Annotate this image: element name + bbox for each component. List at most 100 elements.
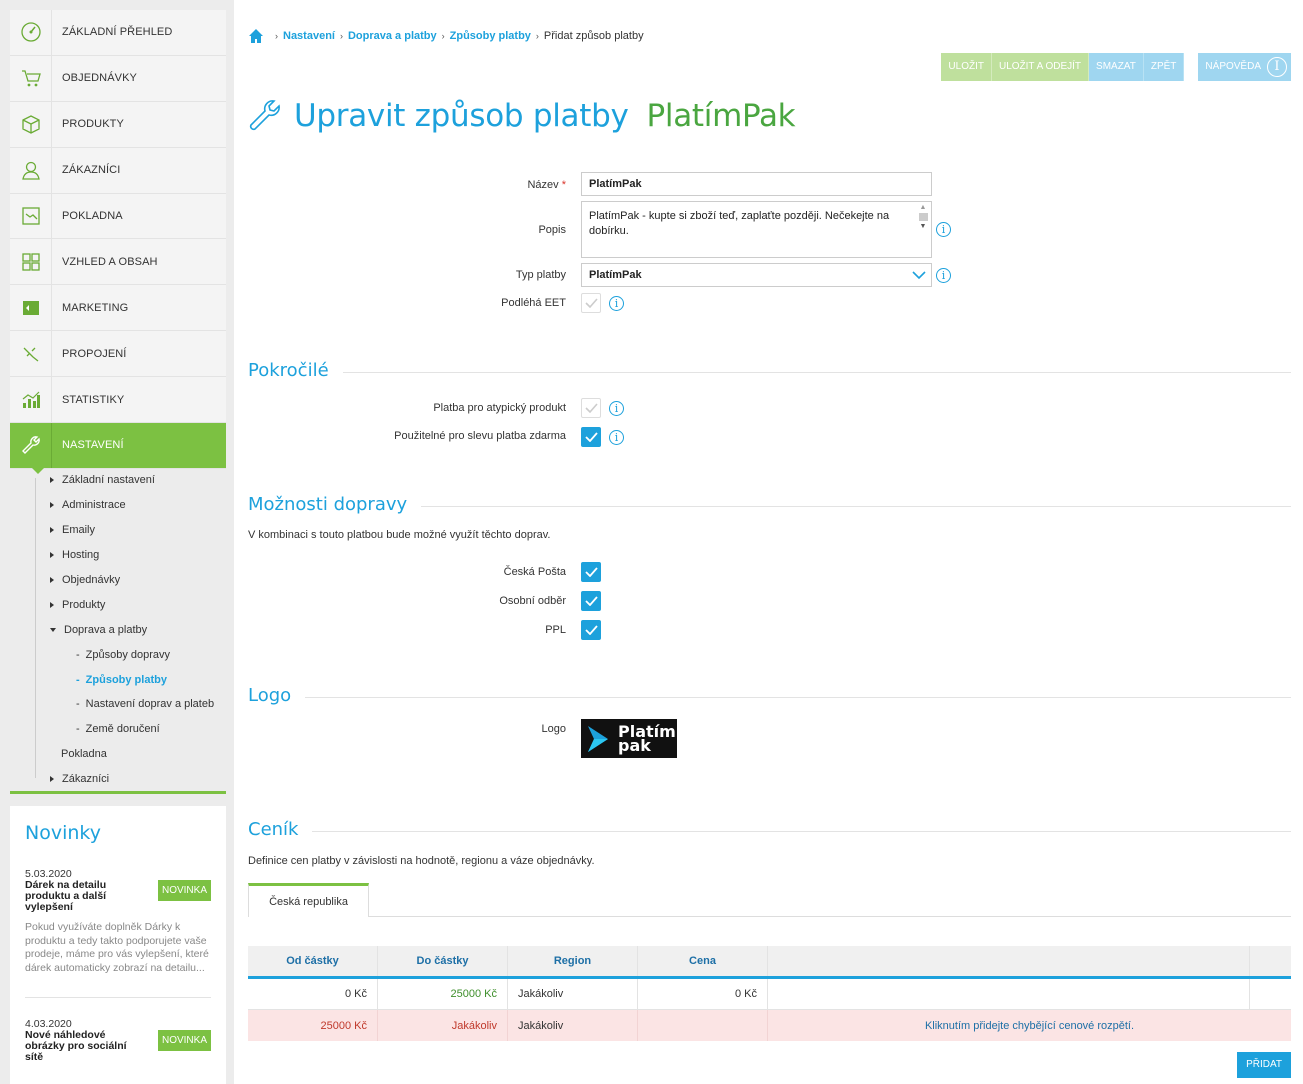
submenu-item[interactable]: Emaily [10,518,226,543]
cart-icon [10,55,52,101]
column-header[interactable]: Do částky [378,946,508,976]
shipping-option-checkbox[interactable] [581,591,601,611]
settings-submenu: Základní nastavení Administrace Emaily H… [10,468,226,792]
submenu-subitem-current[interactable]: - Způsoby platby [10,667,226,692]
atypical-checkbox[interactable] [581,398,601,418]
payment-type-select[interactable]: PlatímPak [581,263,932,287]
column-header[interactable]: Region [508,946,638,976]
free-payment-label: Použitelné pro slevu platba zdarma [394,430,566,442]
submenu-subitem[interactable]: - Země doručení [10,717,226,742]
shipping-heading: Možnosti dopravy [248,494,422,515]
cell-region: Jakákoliv [508,979,638,1009]
shipping-option-label: Osobní odběr [499,595,566,607]
menu-label: MARKETING [62,301,129,314]
dashboard-icon [10,9,52,55]
wrench-icon [10,422,52,468]
submenu-item[interactable]: Produkty [10,592,226,617]
cell-to: Jakákoliv [378,1010,508,1041]
advanced-heading: Pokročilé [248,360,343,381]
submenu-item[interactable]: Objednávky [10,568,226,593]
news-badge: NOVINKA [157,880,211,901]
table-row[interactable]: 0 Kč 25000 Kč Jakákoliv 0 Kč [248,979,1291,1010]
menu-item-settings[interactable]: NASTAVENÍ [10,422,226,474]
menu-item-products[interactable]: PRODUKTY [10,101,226,148]
platimpak-logo: Platím pak [581,719,677,758]
back-button[interactable]: ZPĚT [1143,53,1185,81]
column-header[interactable]: Od částky [248,946,378,976]
layout-icon [10,239,52,285]
info-icon[interactable]: i [609,401,624,416]
submenu-item[interactable]: Pokladna [10,742,226,767]
shipping-option-label: Česká Pošta [503,566,566,578]
menu-item-register[interactable]: POKLADNA [10,193,226,240]
news-title[interactable]: Nové náhledové obrázky pro sociální sítě [25,1030,137,1063]
shipping-note: V kombinaci s touto platbou bude možné v… [248,529,551,541]
description-textarea[interactable]: PlatímPak - kupte si zboží teď, zaplaťte… [581,201,932,258]
info-icon[interactable]: i [936,222,951,237]
info-icon[interactable]: i [609,430,624,445]
main-content: › Nastavení › Doprava a platby › Způsoby… [248,0,1291,1084]
add-missing-range-link[interactable]: Kliknutím přidejte chybějící cenové rozp… [768,1010,1291,1041]
payment-type-value: PlatímPak [589,269,642,281]
menu-item-statistics[interactable]: STATISTIKY [10,377,226,424]
menu-label: PROPOJENÍ [62,347,127,360]
info-icon[interactable]: i [609,296,624,311]
submenu-item[interactable]: Administrace [10,493,226,518]
free-payment-checkbox[interactable] [581,427,601,447]
news-item[interactable]: 4.03.2020 Nové náhledové obrázky pro soc… [25,1018,211,1063]
textarea-scrollbar[interactable]: ▲ ▼ [917,204,929,254]
news-badge: NOVINKA [157,1030,211,1051]
news-title[interactable]: Dárek na detailu produktu a další vylepš… [25,880,137,913]
menu-item-orders[interactable]: OBJEDNÁVKY [10,55,226,102]
table-row-missing[interactable]: 25000 Kč Jakákoliv Jakákoliv Kliknutím p… [248,1010,1291,1041]
home-icon[interactable] [248,28,264,44]
add-button[interactable]: PŘIDAT [1237,1052,1291,1078]
save-button[interactable]: ULOŽIT [941,53,992,81]
column-header [1250,946,1291,976]
info-icon[interactable]: i [936,268,951,283]
help-button[interactable]: NÁPOVĚDA i [1198,53,1291,81]
cell-actions [1250,979,1291,1009]
menu-item-dashboard[interactable]: ZÁKLADNÍ PŘEHLED [10,9,226,56]
shipping-option-checkbox[interactable] [581,562,601,582]
section-divider [248,831,1291,832]
submenu-item[interactable]: Základní nastavení [10,468,226,493]
page-title: Upravit způsob platby PlatímPak [248,98,796,134]
logo-heading: Logo [248,685,306,706]
news-heading: Novinky [25,822,101,844]
breadcrumb-link[interactable]: Nastavení [283,30,335,42]
sidebar: ZÁKLADNÍ PŘEHLED OBJEDNÁVKY PRODUKTY ZÁK… [0,0,234,1084]
marketing-icon [10,285,52,331]
submenu-item-expanded[interactable]: Doprava a platby [10,617,226,642]
eet-checkbox[interactable] [581,293,601,313]
cell-price [638,1010,768,1041]
pricing-table: Od částky Do částky Region Cena 0 Kč 250… [248,946,1291,1041]
submenu-subitem[interactable]: - Nastavení doprav a plateb [10,692,226,717]
news-item[interactable]: 5.03.2020 Dárek na detailu produktu a da… [25,868,211,975]
delete-button[interactable]: SMAZAT [1089,53,1144,81]
submenu-item[interactable]: Zákazníci [10,767,226,792]
submenu-item[interactable]: Hosting [10,543,226,568]
cell-empty [768,979,1250,1009]
save-exit-button[interactable]: ULOŽIT A ODEJÍT [991,53,1090,81]
logo-text-line2: pak [618,735,651,755]
column-header [768,946,1250,976]
breadcrumb-link[interactable]: Doprava a platby [348,30,437,42]
breadcrumb-link[interactable]: Způsoby platby [450,30,531,42]
submenu-subitem[interactable]: - Způsoby dopravy [10,642,226,667]
page-title-name: PlatímPak [646,98,796,134]
page-title-text: Upravit způsob platby [294,98,629,134]
menu-label: ZÁKLADNÍ PŘEHLED [62,26,173,39]
menu-item-integrations[interactable]: PROPOJENÍ [10,331,226,378]
register-icon [10,193,52,239]
menu-item-layout[interactable]: VZHLED A OBSAH [10,239,226,286]
menu-item-customers[interactable]: ZÁKAZNÍCI [10,147,226,194]
menu-item-marketing[interactable]: MARKETING [10,285,226,332]
name-label: Název * [527,179,566,191]
name-input[interactable]: PlatímPak [581,172,932,196]
tab-czech-republic[interactable]: Česká republika [248,883,369,917]
shipping-option-checkbox[interactable] [581,620,601,640]
column-header[interactable]: Cena [638,946,768,976]
plug-icon [10,331,52,377]
menu-label: PRODUKTY [62,118,124,131]
